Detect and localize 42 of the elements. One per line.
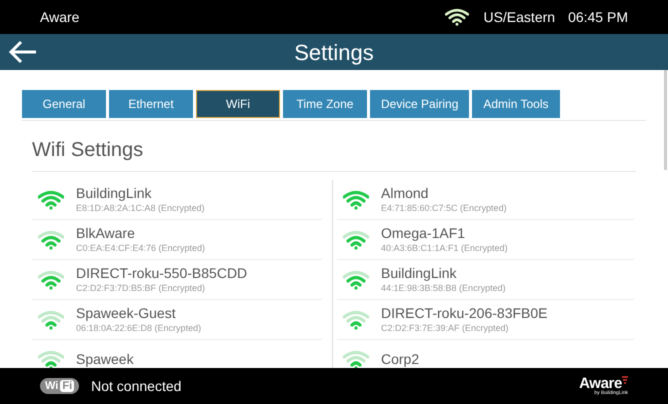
settings-tab[interactable]: Device Pairing [370,90,470,118]
settings-tab[interactable]: Ethernet [109,90,193,118]
settings-tab[interactable]: WiFi [196,90,280,118]
app-name: Aware [40,8,80,26]
network-details: C0:EA:E4:CF:E4:76 (Encrypted) [76,242,206,254]
network-name: DIRECT-roku-550-B85CDD [76,265,248,283]
page-title: Settings [294,38,374,67]
network-details: 06:18:0A:22:6E:D8 (Encrypted) [76,322,202,334]
wifi-badge-icon: Wi Fi [40,378,80,394]
network-row[interactable]: BlkAware C0:EA:E4:CF:E4:76 (Encrypted) [32,220,322,260]
network-row[interactable]: DIRECT-roku-550-B85CDD C2:D2:F3:7D:B5:BF (Encrypted) [32,260,322,300]
network-name: Omega-1AF1 [381,225,466,243]
wifi-icon [445,8,470,26]
network-row[interactable]: BuildingLink E8:1D:A8:2A:1C:A8 (Encrypted) [32,180,322,220]
network-name: BuildingLink [381,265,458,283]
network-details: C2:D2:F3:7E:39:AF (Encrypted) [381,322,510,334]
network-name: DIRECT-roku-206-83FB0E [381,305,548,323]
network-row[interactable]: Almond E4:71:85:60:C7:5C (Encrypted) [337,180,634,220]
network-name: Spaweek [76,350,134,368]
connection-status: Not connected [91,376,182,396]
time-label: 06:45 PM [568,8,628,26]
network-row[interactable]: DIRECT-roku-206-83FB0E C2:D2:F3:7E:39:AF (Encrypted) [337,300,634,340]
network-details: E4:71:85:60:C7:5C (Encrypted) [381,202,507,214]
timezone-label: US/Eastern [483,8,556,26]
section-title: Wifi Settings [32,135,636,172]
settings-tab[interactable]: General [22,90,106,118]
network-details: 40:A3:6B:C1:1A:F1 (Encrypted) [381,242,508,254]
back-arrow-icon [8,40,38,64]
network-name: Almond [381,185,430,203]
network-details: C2:D2:F3:7D:B5:BF (Encrypted) [76,282,206,294]
network-name: Corp2 [381,350,420,368]
network-name: Spaweek-Guest [76,305,177,323]
network-name: BlkAware [76,225,136,243]
network-row[interactable]: Spaweek-Guest 06:18:0A:22:6E:D8 (Encrypted) [32,300,322,340]
settings-tab[interactable]: Time Zone [283,90,367,118]
settings-tab[interactable]: Admin Tools [472,90,560,118]
network-details: E8:1D:A8:2A:1C:A8 (Encrypted) [76,202,205,214]
scrollbar[interactable] [664,70,667,170]
network-name: BuildingLink [76,185,152,203]
network-row[interactable]: Omega-1AF1 40:A3:6B:C1:1A:F1 (Encrypted) [337,220,634,260]
network-details: 44:1E:98:3B:58:B8 (Encrypted) [381,282,506,294]
network-row[interactable]: BuildingLink 44:1E:98:3B:58:B8 (Encrypted) [337,260,634,300]
